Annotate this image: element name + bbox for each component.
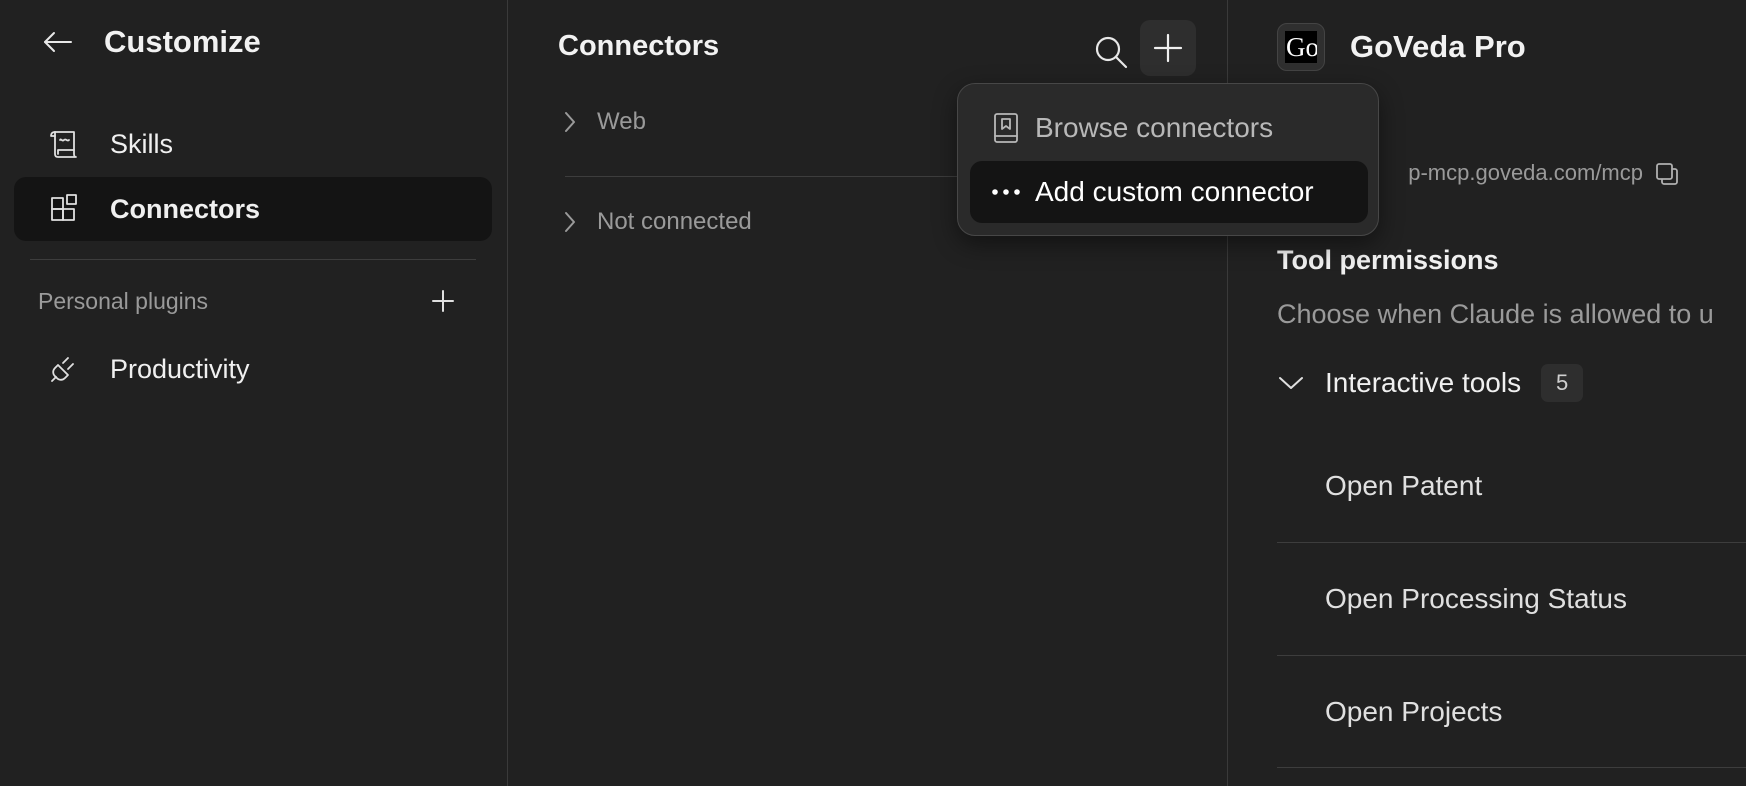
- plugin-label: Productivity: [110, 353, 250, 384]
- copy-icon[interactable]: [1654, 161, 1680, 187]
- logo-text: Go: [1285, 31, 1317, 63]
- menu-item-label: Browse connectors: [1035, 112, 1274, 143]
- group-web[interactable]: Web: [559, 108, 646, 136]
- group-label: Web: [597, 108, 646, 135]
- connector-logo: Go: [1277, 23, 1325, 71]
- group-label: Not connected: [597, 208, 752, 235]
- sidebar-header: Customize: [40, 24, 261, 60]
- nav-item-skills[interactable]: Skills: [14, 112, 492, 176]
- search-icon[interactable]: [1083, 24, 1139, 80]
- more-dots-icon: [990, 176, 1022, 208]
- book-icon: [990, 112, 1022, 144]
- connectors-title: Connectors: [558, 30, 720, 62]
- chevron-right-icon: [559, 111, 581, 133]
- scroll-icon: [48, 128, 80, 160]
- tool-row-open-projects[interactable]: Open Projects: [1277, 656, 1746, 768]
- tool-name: Open Patent: [1325, 470, 1483, 501]
- divider: [1277, 767, 1746, 768]
- tool-name: Open Projects: [1325, 696, 1503, 727]
- plug-icon: [48, 353, 80, 385]
- group-label: Interactive tools: [1325, 367, 1522, 398]
- nav-item-connectors[interactable]: Connectors: [14, 177, 492, 241]
- divider: [30, 259, 476, 260]
- tool-name: Open Processing Status: [1325, 583, 1627, 614]
- section-label-personal-plugins: Personal plugins: [38, 288, 209, 314]
- chevron-down-icon: [1277, 369, 1305, 397]
- menu-item-add-custom-connector[interactable]: Add custom connector: [970, 161, 1368, 223]
- tool-permissions-title: Tool permissions: [1277, 245, 1499, 275]
- nav-item-label: Skills: [110, 128, 174, 159]
- divider: [565, 176, 975, 177]
- customize-window: Customize Skills Connectors Personal plu…: [0, 0, 1746, 786]
- add-plugin-button[interactable]: [428, 286, 458, 316]
- plugin-item-productivity[interactable]: Productivity: [14, 337, 492, 401]
- page-title: Customize: [104, 24, 261, 59]
- tool-row-open-patent[interactable]: Open Patent: [1277, 430, 1746, 542]
- back-arrow-icon[interactable]: [40, 24, 76, 60]
- chevron-right-icon: [559, 211, 581, 233]
- tool-row-open-processing-status[interactable]: Open Processing Status: [1277, 543, 1746, 655]
- connector-title: GoVeda Pro: [1350, 29, 1526, 64]
- sidebar: Customize Skills Connectors Personal plu…: [0, 0, 508, 786]
- tool-permissions-description: Choose when Claude is allowed to u: [1277, 299, 1714, 329]
- count-badge: 5: [1541, 364, 1584, 402]
- nav-item-label: Connectors: [110, 193, 261, 224]
- group-not-connected[interactable]: Not connected: [559, 208, 752, 236]
- menu-item-label: Add custom connector: [1035, 176, 1314, 207]
- add-connector-menu: Browse connectors Add custom connector: [957, 83, 1379, 236]
- menu-item-browse-connectors[interactable]: Browse connectors: [970, 97, 1368, 159]
- connectors-icon: [48, 193, 80, 225]
- group-interactive-tools[interactable]: Interactive tools 5: [1277, 364, 1584, 402]
- add-connector-button[interactable]: [1140, 20, 1196, 76]
